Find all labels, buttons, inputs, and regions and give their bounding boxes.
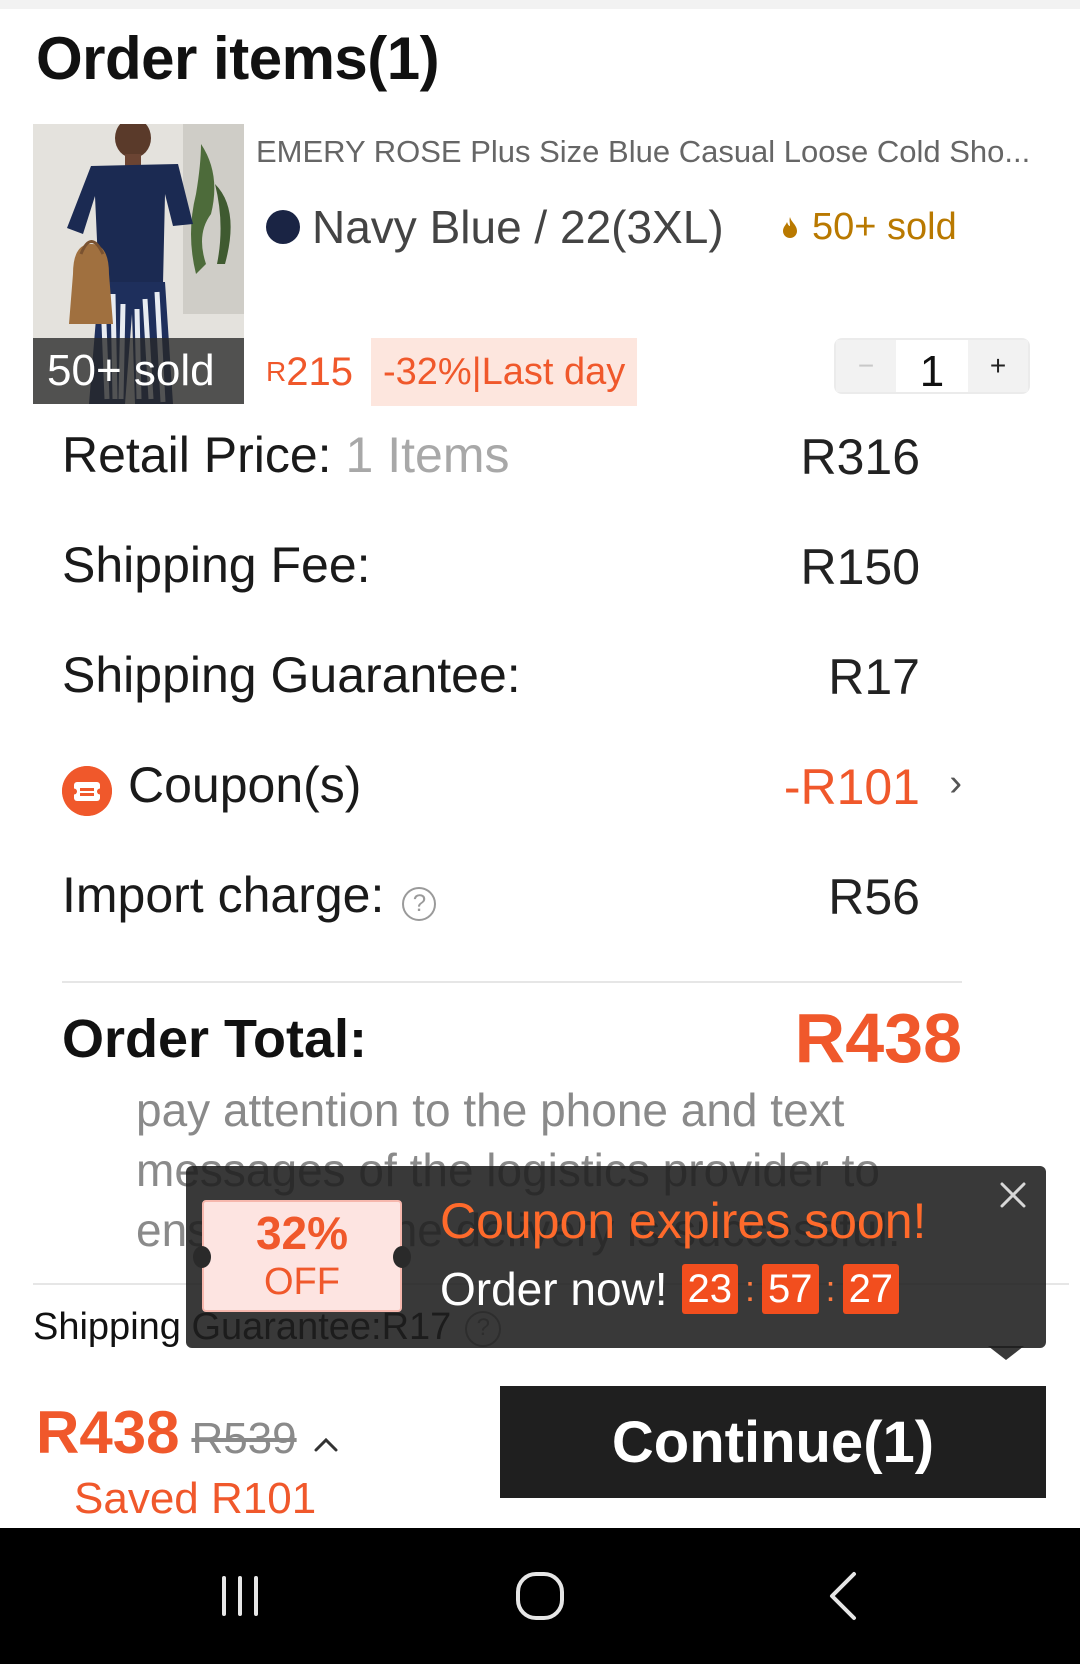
variant-selector[interactable]: Navy Blue / 22(3XL) <box>266 200 724 254</box>
recent-apps-icon <box>222 1576 258 1616</box>
coupon-ticket: 32% OFF <box>193 1200 411 1312</box>
retail-price-label-text: Retail Price: <box>62 427 332 483</box>
flame-icon <box>783 216 797 238</box>
retail-price-row: Retail Price: 1 Items R316 <box>62 426 962 496</box>
color-swatch <box>266 210 300 244</box>
checkout-page: Order items(1) 50+ sold EMERY ROSE Plus … <box>0 0 1080 1664</box>
retail-price-value: R316 <box>800 429 920 485</box>
bottom-price[interactable]: R438 R539 <box>36 1398 339 1467</box>
timer-seconds: 27 <box>842 1264 900 1314</box>
timer-separator: : <box>745 1268 756 1309</box>
hot-badge-label: 50+ sold <box>812 206 957 248</box>
shipping-guarantee-value: R17 <box>828 649 920 705</box>
retail-items-count: 1 Items <box>345 427 510 483</box>
shipping-fee-value: R150 <box>800 539 920 595</box>
qty-decrease-button[interactable]: − <box>836 340 896 392</box>
shipping-guarantee-row: Shipping Guarantee: R17 <box>62 646 962 716</box>
coupon-off-label: OFF <box>264 1261 340 1303</box>
product-price-row: R 215 -32%|Last day <box>266 338 638 406</box>
coupon-label: Coupon(s) <box>128 757 362 813</box>
retail-price-label: Retail Price: 1 Items <box>62 426 509 484</box>
continue-button[interactable]: Continue(1) <box>500 1386 1046 1498</box>
back-button[interactable] <box>764 1528 924 1664</box>
coupon-percent: 32% <box>255 1207 349 1259</box>
import-charge-label-wrap: Import charge:? <box>62 866 437 924</box>
popup-pointer <box>988 1346 1024 1360</box>
coupon-expiry-popup[interactable]: 32% OFF Coupon expires soon! Order now! … <box>186 1166 1046 1348</box>
shipping-fee-label: Shipping Fee: <box>62 537 371 593</box>
page-title: Order items(1) <box>36 25 440 92</box>
coupon-row[interactable]: Coupon(s) -R101 › <box>62 756 962 826</box>
coupon-value: -R101 <box>783 759 920 815</box>
shipping-fee-row: Shipping Fee: R150 <box>62 536 962 606</box>
timer-minutes: 57 <box>762 1264 819 1314</box>
hot-badge: 50+ sold <box>782 206 957 249</box>
bottom-original-price: R539 <box>191 1414 297 1463</box>
shipping-guarantee-label: Shipping Guarantee: <box>62 647 521 703</box>
system-nav-bar <box>0 1528 1080 1664</box>
saved-amount: Saved R101 <box>74 1474 317 1523</box>
thumb-sold-badge: 50+ sold <box>33 338 244 404</box>
timer-hours: 23 <box>681 1264 739 1314</box>
qty-increase-button[interactable]: + <box>968 340 1028 392</box>
recent-apps-button[interactable] <box>160 1528 320 1664</box>
countdown-row: Order now! 23 : 57 : 27 <box>440 1262 900 1316</box>
coupon-icon <box>62 766 112 816</box>
order-now-label: Order now! <box>440 1263 668 1315</box>
variant-label: Navy Blue / 22(3XL) <box>312 201 724 253</box>
chevron-right-icon: › <box>949 762 962 804</box>
import-charge-row: Import charge:? R56 <box>62 866 962 936</box>
help-icon[interactable]: ? <box>402 886 437 921</box>
import-charge-label: Import charge: <box>62 867 385 923</box>
quantity-stepper: − 1 + <box>834 338 1030 396</box>
back-icon <box>830 1572 856 1620</box>
top-strip <box>0 0 1080 9</box>
popup-title: Coupon expires soon! <box>440 1193 927 1249</box>
bottom-total-price: R438 <box>36 1399 180 1466</box>
product-thumbnail[interactable]: 50+ sold <box>33 124 244 404</box>
import-charge-value: R56 <box>828 869 920 925</box>
close-icon[interactable] <box>996 1178 1030 1212</box>
product-price: 215 <box>286 349 353 394</box>
price-currency: R <box>266 356 287 387</box>
order-total-label: Order Total: <box>62 1009 368 1069</box>
discount-tag: -32%|Last day <box>370 338 638 406</box>
chevron-up-icon[interactable] <box>313 1435 339 1453</box>
home-button[interactable] <box>460 1528 620 1664</box>
order-total-value: R438 <box>794 999 962 1077</box>
home-icon <box>516 1572 564 1620</box>
product-name[interactable]: EMERY ROSE Plus Size Blue Casual Loose C… <box>256 134 1056 170</box>
divider <box>62 981 962 983</box>
qty-value[interactable]: 1 <box>896 340 968 396</box>
timer-separator: : <box>825 1268 836 1309</box>
